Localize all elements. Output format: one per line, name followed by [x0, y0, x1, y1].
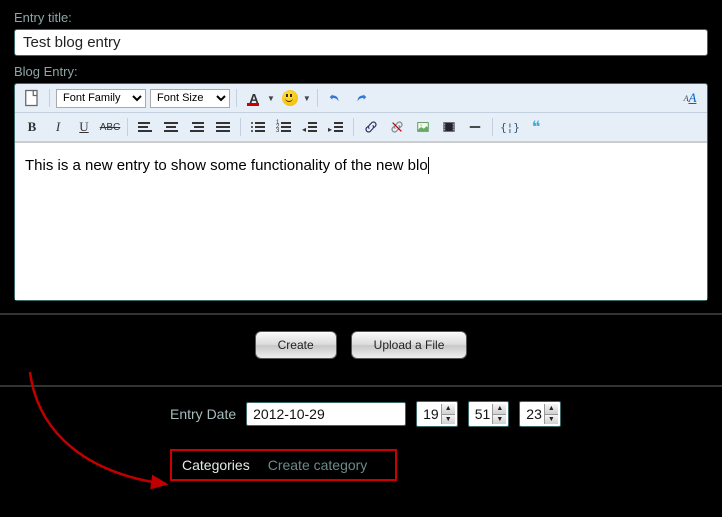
minute-value: 51: [475, 406, 491, 422]
italic-button[interactable]: I: [47, 117, 69, 137]
redo-button[interactable]: [350, 88, 372, 108]
emoticon-dropdown-icon[interactable]: ▼: [303, 94, 311, 103]
insert-image-button[interactable]: [412, 117, 434, 137]
rich-text-editor: Font Family Font Size A ▼ ▼ AA B I U ABC: [14, 83, 708, 301]
entry-date-label: Entry Date: [170, 406, 236, 422]
entry-title-input[interactable]: [14, 29, 708, 56]
indent-button[interactable]: ▸: [325, 117, 347, 137]
unordered-list-button[interactable]: [247, 117, 269, 137]
outdent-button[interactable]: ◂: [299, 117, 321, 137]
second-down-button[interactable]: ▼: [545, 414, 558, 424]
new-document-button[interactable]: [21, 88, 43, 108]
hour-down-button[interactable]: ▼: [442, 414, 455, 424]
align-right-button[interactable]: [186, 117, 208, 137]
minute-up-button[interactable]: ▲: [493, 404, 506, 414]
second-up-button[interactable]: ▲: [545, 404, 558, 414]
align-center-button[interactable]: [160, 117, 182, 137]
ordered-list-button[interactable]: 123: [273, 117, 295, 137]
second-spinner[interactable]: 23 ▲▼: [519, 401, 561, 427]
underline-button[interactable]: U: [73, 117, 95, 137]
undo-button[interactable]: [324, 88, 346, 108]
text-color-dropdown-icon[interactable]: ▼: [267, 94, 275, 103]
strikethrough-button[interactable]: ABC: [99, 117, 121, 137]
text-cursor-icon: [428, 157, 429, 174]
footnote-button[interactable]: AA: [679, 88, 701, 108]
create-category-link[interactable]: Create category: [268, 457, 368, 473]
blog-entry-label: Blog Entry:: [14, 64, 708, 79]
emoticon-button[interactable]: [279, 88, 301, 108]
editor-body[interactable]: This is a new entry to show some functio…: [15, 142, 707, 300]
font-family-select[interactable]: Font Family: [56, 89, 146, 108]
horizontal-rule-button[interactable]: [464, 117, 486, 137]
blockquote-button[interactable]: ❝: [525, 117, 547, 137]
text-color-button[interactable]: A: [243, 88, 265, 108]
hour-spinner[interactable]: 19 ▲▼: [416, 401, 458, 427]
insert-media-button[interactable]: [438, 117, 460, 137]
create-button[interactable]: Create: [255, 331, 337, 359]
minute-spinner[interactable]: 51 ▲▼: [468, 401, 510, 427]
categories-label: Categories: [182, 457, 250, 473]
minute-down-button[interactable]: ▼: [493, 414, 506, 424]
align-left-button[interactable]: [134, 117, 156, 137]
editor-content-text: This is a new entry to show some functio…: [25, 157, 428, 174]
entry-date-input[interactable]: [246, 402, 406, 426]
remove-link-button[interactable]: [386, 117, 408, 137]
code-button[interactable]: {¦}: [499, 117, 521, 137]
bold-button[interactable]: B: [21, 117, 43, 137]
upload-file-button[interactable]: Upload a File: [351, 331, 468, 359]
categories-highlight-box: Categories Create category: [170, 449, 397, 481]
hour-value: 19: [423, 406, 439, 422]
insert-link-button[interactable]: [360, 117, 382, 137]
entry-title-label: Entry title:: [14, 10, 708, 25]
font-size-select[interactable]: Font Size: [150, 89, 230, 108]
hour-up-button[interactable]: ▲: [442, 404, 455, 414]
second-value: 23: [526, 406, 542, 422]
align-justify-button[interactable]: [212, 117, 234, 137]
